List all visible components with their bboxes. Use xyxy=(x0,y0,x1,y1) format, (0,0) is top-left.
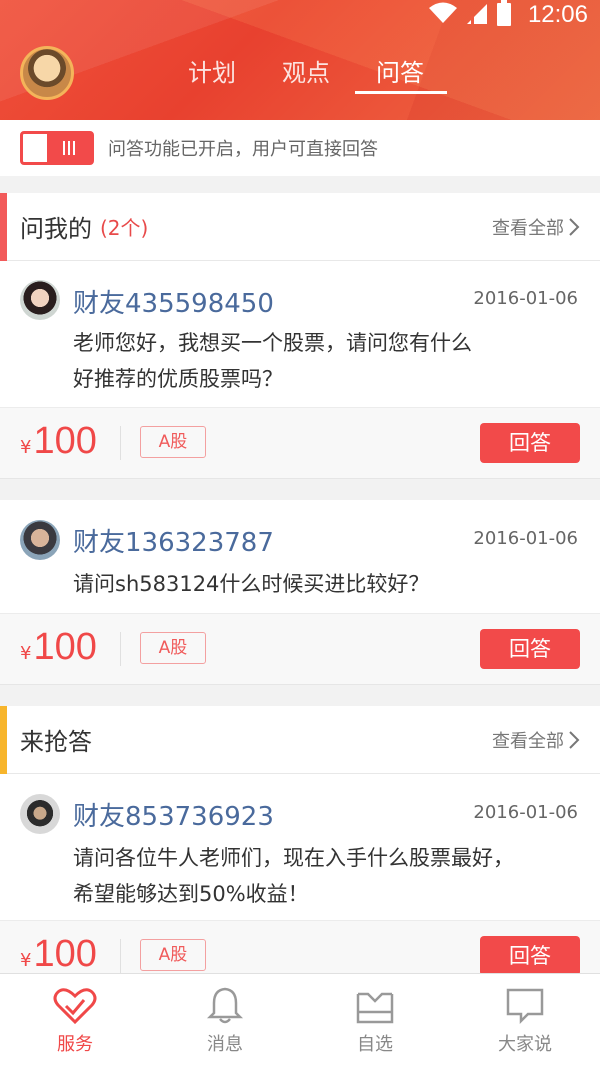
yen-symbol: ¥ xyxy=(20,437,32,458)
section-accent-bar xyxy=(0,193,7,261)
price-amount: 100 xyxy=(33,933,97,975)
section-asked-me-header: 问我的 (2个) 查看全部 xyxy=(0,193,600,261)
asker-username[interactable]: 财友435598450 xyxy=(73,283,274,320)
nav-label: 大家说 xyxy=(498,1034,552,1055)
nav-community[interactable]: 大家说 xyxy=(450,974,600,1067)
header-tabs: 计划 观点 问答 xyxy=(165,50,447,100)
qa-toggle-row: 问答功能已开启，用户可直接回答 xyxy=(0,120,600,176)
chevron-right-icon xyxy=(569,730,580,749)
question-text-line: 请问sh583124什么时候买进比较好？ xyxy=(73,572,430,596)
question-date: 2016-01-06 xyxy=(473,288,578,309)
question-card[interactable]: 财友435598450 2016-01-06 老师您好，我想买一个股票，请问您有… xyxy=(0,261,600,407)
heart-hands-icon xyxy=(53,988,97,1025)
view-all-label: 查看全部 xyxy=(492,217,564,239)
status-bar: 12:06 xyxy=(428,0,588,30)
divider xyxy=(120,939,121,973)
app-header: 12:06 计划 观点 问答 xyxy=(0,0,600,120)
section-title: 问我的 xyxy=(20,215,92,243)
divider xyxy=(120,632,121,666)
asker-username[interactable]: 财友853736923 xyxy=(73,796,274,833)
question-date: 2016-01-06 xyxy=(473,802,578,823)
question-footer: ¥ 100 A股 回答 xyxy=(0,613,600,685)
asker-avatar[interactable] xyxy=(20,794,60,834)
question-text-line: 老师您好，我想买一个股票，请问您有什么 xyxy=(73,331,472,355)
toggle-knob xyxy=(47,134,91,162)
market-tag: A股 xyxy=(140,426,206,458)
asker-avatar[interactable] xyxy=(20,520,60,560)
price-amount: 100 xyxy=(33,420,97,462)
chevron-right-icon xyxy=(569,217,580,236)
section-title: 来抢答 xyxy=(20,728,92,756)
section-grab-answer-header: 来抢答 查看全部 xyxy=(0,706,600,774)
wifi-icon xyxy=(428,1,458,29)
tab-viewpoint[interactable]: 观点 xyxy=(259,50,353,100)
inbox-icon xyxy=(356,992,394,1024)
price-amount: 100 xyxy=(33,626,97,668)
nav-service[interactable]: 服务 xyxy=(0,974,150,1067)
nav-label: 消息 xyxy=(207,1034,243,1055)
section-accent-bar xyxy=(0,706,7,774)
nav-label: 服务 xyxy=(57,1034,93,1055)
yen-symbol: ¥ xyxy=(20,950,32,971)
reward-price: ¥ 100 xyxy=(20,420,97,463)
question-text: 请问各位牛人老师们，现在入手什么股票最好， 希望能够达到50%收益！ xyxy=(73,840,583,912)
view-all-link[interactable]: 查看全部 xyxy=(492,214,580,240)
tab-qa[interactable]: 问答 xyxy=(353,50,447,100)
status-time: 12:06 xyxy=(527,1,588,28)
bottom-nav: 服务 消息 自选 大家说 xyxy=(0,973,600,1067)
signal-icon xyxy=(466,2,488,28)
qa-toggle-text: 问答功能已开启，用户可直接回答 xyxy=(108,139,378,160)
question-text: 请问sh583124什么时候买进比较好？ xyxy=(73,566,553,602)
question-card[interactable]: 财友853736923 2016-01-06 请问各位牛人老师们，现在入手什么股… xyxy=(0,774,600,920)
question-footer: ¥ 100 A股 回答 xyxy=(0,407,600,479)
question-text: 老师您好，我想买一个股票，请问您有什么 好推荐的优质股票吗？ xyxy=(73,325,553,397)
market-tag: A股 xyxy=(140,939,206,971)
answer-button[interactable]: 回答 xyxy=(480,936,580,976)
bell-icon xyxy=(206,987,244,1024)
asker-avatar[interactable] xyxy=(20,280,60,320)
question-text-line: 希望能够达到50%收益！ xyxy=(73,882,309,906)
user-avatar[interactable] xyxy=(20,46,74,100)
qa-toggle-switch[interactable] xyxy=(20,131,94,165)
view-all-label: 查看全部 xyxy=(492,730,564,752)
answer-button[interactable]: 回答 xyxy=(480,629,580,669)
question-card[interactable]: 财友136323787 2016-01-06 请问sh583124什么时候买进比… xyxy=(0,500,600,613)
question-text-line: 好推荐的优质股票吗？ xyxy=(73,367,283,391)
question-date: 2016-01-06 xyxy=(473,528,578,549)
battery-icon xyxy=(496,0,512,30)
divider xyxy=(120,426,121,460)
nav-messages[interactable]: 消息 xyxy=(150,974,300,1067)
view-all-link[interactable]: 查看全部 xyxy=(492,727,580,753)
chat-bubble-icon xyxy=(506,988,544,1025)
market-tag: A股 xyxy=(140,632,206,664)
tab-plan[interactable]: 计划 xyxy=(165,50,259,100)
nav-watchlist[interactable]: 自选 xyxy=(300,974,450,1067)
reward-price: ¥ 100 xyxy=(20,626,97,669)
yen-symbol: ¥ xyxy=(20,643,32,664)
nav-label: 自选 xyxy=(357,1034,393,1055)
reward-price: ¥ 100 xyxy=(20,933,97,976)
asker-username[interactable]: 财友136323787 xyxy=(73,522,274,559)
answer-button[interactable]: 回答 xyxy=(480,423,580,463)
question-text-line: 请问各位牛人老师们，现在入手什么股票最好， xyxy=(73,846,514,870)
section-count: (2个) xyxy=(100,216,149,240)
